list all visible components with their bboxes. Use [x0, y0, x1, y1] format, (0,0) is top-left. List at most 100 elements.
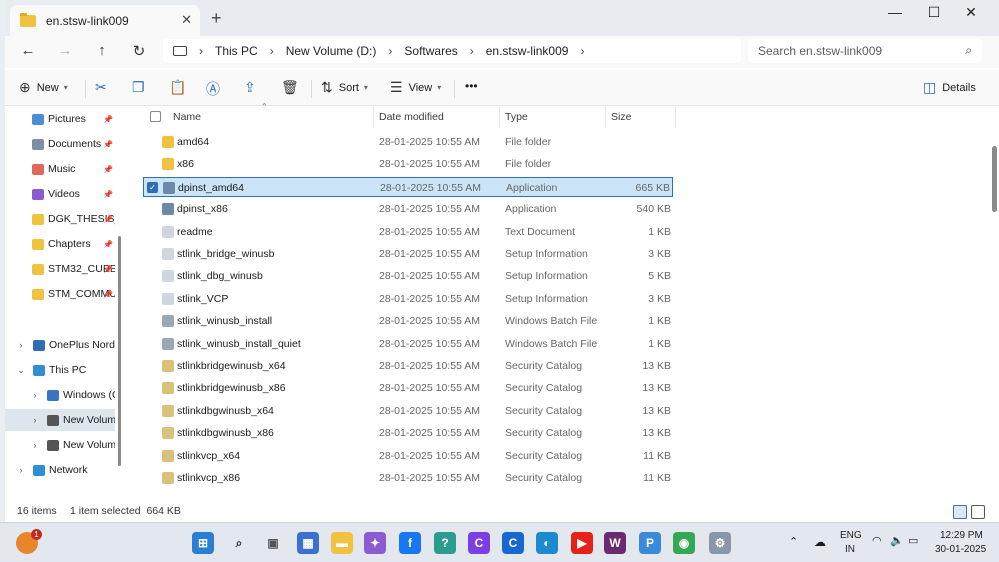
column-date-modified[interactable]: Date modified [373, 111, 444, 123]
chevron-right-icon[interactable]: › [29, 390, 41, 400]
chevron-right-icon[interactable]: › [29, 415, 41, 425]
column-type[interactable]: Type [499, 111, 528, 123]
view-button[interactable]: ☰ View ▾ [390, 79, 441, 96]
battery-icon[interactable]: ▭ [908, 534, 918, 547]
prg-app-icon[interactable]: P [639, 532, 661, 554]
language-code[interactable]: ENG [840, 530, 862, 541]
column-name[interactable]: Name [167, 111, 201, 123]
file-row[interactable]: stlink_winusb_install_quiet 28-01-2025 10… [143, 334, 673, 354]
chevron-up-icon[interactable]: ⌃ [789, 535, 798, 548]
task-view-icon[interactable]: ▣ [262, 532, 284, 554]
breadcrumb-new-volume[interactable]: New Volume (D:) [286, 44, 377, 58]
sidebar-item-documents[interactable]: Documents 📌 [5, 133, 115, 155]
c-app-icon[interactable]: C [502, 532, 524, 554]
file-row[interactable]: ✓ dpinst_amd64 28-01-2025 10:55 AM Applicat… [143, 176, 673, 197]
window-tab[interactable]: en.stsw-link009 ✕ [10, 5, 200, 36]
file-row[interactable]: stlink_winusb_install 28-01-2025 10:55 AM… [143, 311, 673, 331]
sidebar-tree-new-volume-e[interactable]: › New Volume (E [5, 434, 116, 456]
file-row[interactable]: stlinkvcp_x86 28-01-2025 10:55 AM Security… [143, 468, 673, 488]
setup-app-icon[interactable]: ⚙ [709, 532, 731, 554]
sidebar-tree-windows-c-[interactable]: › Windows (C:) [5, 384, 116, 406]
edge-icon[interactable]: ◐ [536, 532, 558, 554]
file-row[interactable]: stlinkdbgwinusb_x64 28-01-2025 10:55 AM Se… [143, 401, 673, 421]
column-size[interactable]: Size [605, 111, 631, 123]
chevron-right-icon[interactable]: › [199, 44, 203, 58]
webex-icon[interactable]: W [604, 532, 626, 554]
chevron-right-icon[interactable]: › [15, 465, 27, 475]
new-tab-button[interactable]: + [211, 8, 222, 29]
chrome-icon[interactable]: ◉ [673, 532, 695, 554]
sidebar-item-chapters[interactable]: Chapters 📌 [5, 233, 115, 255]
new-button[interactable]: ⊕ New ▾ [19, 79, 68, 96]
chevron-right-icon[interactable]: › [270, 44, 274, 58]
scrollbar-thumb[interactable] [992, 146, 997, 212]
tab-close-icon[interactable]: ✕ [181, 12, 192, 28]
breadcrumb-current-folder[interactable]: en.stsw-link009 [486, 44, 569, 58]
details-view-icon[interactable] [953, 505, 967, 519]
search-icon[interactable]: ⌕ [228, 532, 250, 554]
sidebar-item-stm32-cubeide[interactable]: STM32_CUBEIDE📌 [5, 258, 115, 280]
delete-icon[interactable]: 🗑 [281, 79, 305, 96]
chevron-right-icon[interactable]: › [388, 44, 392, 58]
close-button[interactable]: ✕ [951, 4, 991, 21]
start-icon[interactable]: ⊞ [192, 532, 214, 554]
rename-icon[interactable]: Ⓐ [206, 79, 226, 99]
file-row[interactable]: readme 28-01-2025 10:55 AM Text Document 1 … [143, 222, 673, 242]
vertical-scrollbar[interactable] [989, 106, 999, 500]
cut-icon[interactable]: ✂ [95, 79, 113, 96]
onedrive-cloud-icon[interactable]: ☁ [814, 535, 826, 549]
facebook-icon[interactable]: f [399, 532, 421, 554]
address-bar[interactable]: › This PC › New Volume (D:) › Softwares … [163, 39, 741, 63]
help-icon[interactable]: ? [434, 532, 456, 554]
up-arrow-icon[interactable]: ↑ [92, 42, 112, 59]
share-icon[interactable]: ⇪ [244, 79, 262, 96]
refresh-icon[interactable]: ↻ [129, 42, 149, 60]
chevron-right-icon[interactable]: › [15, 340, 27, 350]
breadcrumb-this-pc[interactable]: This PC [215, 44, 258, 58]
clock-time[interactable]: 12:29 PM [940, 530, 983, 541]
chevron-right-icon[interactable]: › [29, 440, 41, 450]
sidebar-tree-this-pc[interactable]: ⌄ This PC [5, 359, 115, 381]
sort-button[interactable]: ⇅ Sort ▾ [321, 79, 368, 96]
minimize-button[interactable]: — [875, 4, 915, 20]
more-options-button[interactable]: ••• [465, 79, 478, 93]
file-row[interactable]: stlink_dbg_winusb 28-01-2025 10:55 AM Setu… [143, 266, 673, 286]
forward-arrow-icon[interactable]: → [55, 42, 75, 59]
language-region[interactable]: IN [845, 544, 855, 555]
paste-icon[interactable]: 📋 [169, 79, 192, 96]
sidebar-tree-new-volume-d[interactable]: › New Volume (D [5, 409, 115, 431]
file-row[interactable]: stlinkdbgwinusb_x86 28-01-2025 10:55 AM Se… [143, 423, 673, 443]
sidebar-item-pictures[interactable]: Pictures 📌 [5, 108, 115, 130]
chevron-down-icon[interactable]: ⌄ [15, 365, 27, 376]
file-row[interactable]: x86 28-01-2025 10:55 AM File folder [143, 154, 673, 174]
wifi-icon[interactable]: ◠ [872, 534, 882, 547]
file-row[interactable]: amd64 28-01-2025 10:55 AM File folder [143, 132, 673, 152]
canva-icon[interactable]: C [468, 532, 490, 554]
copy-icon[interactable]: ❐ [132, 79, 151, 96]
file-row[interactable]: stlink_bridge_winusb 28-01-2025 10:55 AM S… [143, 244, 673, 264]
row-checkbox[interactable]: ✓ [147, 181, 158, 193]
sidebar-item-music[interactable]: Music 📌 [5, 158, 115, 180]
details-button[interactable]: ◫ Details [923, 79, 976, 96]
file-row[interactable]: stlink_VCP 28-01-2025 10:55 AM Setup Infor… [143, 289, 673, 309]
file-row[interactable]: dpinst_x86 28-01-2025 10:55 AM Application… [143, 199, 673, 219]
clock-date[interactable]: 30-01-2025 [935, 544, 986, 555]
youtube-icon[interactable]: ▶ [571, 532, 593, 554]
file-row[interactable]: stlinkvcp_x64 28-01-2025 10:55 AM Security… [143, 446, 673, 466]
sidebar-tree-oneplus-nord-c[interactable]: › OnePlus Nord C [5, 334, 116, 356]
sidebar-scrollbar[interactable] [118, 236, 121, 466]
file-row[interactable]: stlinkbridgewinusb_x86 28-01-2025 10:55 A… [143, 378, 673, 398]
maximize-button[interactable]: ☐ [914, 4, 954, 21]
sidebar-tree-network[interactable]: › Network [5, 459, 115, 481]
back-arrow-icon[interactable]: ← [18, 42, 38, 59]
widgets-icon[interactable]: ▦ [297, 532, 319, 554]
weather-widget-icon[interactable]: 1 [16, 529, 42, 554]
column-divider[interactable] [675, 106, 676, 128]
copilot-icon[interactable]: ✦ [364, 532, 386, 554]
sidebar-item-dgk-thesis-[interactable]: DGK_THESIS_ 📌 [5, 208, 115, 230]
sidebar-item-videos[interactable]: Videos 📌 [5, 183, 115, 205]
sidebar-item-stm-communi[interactable]: STM_COMMUNI📌 [5, 283, 115, 305]
file-explorer-icon[interactable]: ▬ [331, 532, 353, 554]
chevron-right-icon[interactable]: › [470, 44, 474, 58]
file-row[interactable]: stlinkbridgewinusb_x64 28-01-2025 10:55 A… [143, 356, 673, 376]
